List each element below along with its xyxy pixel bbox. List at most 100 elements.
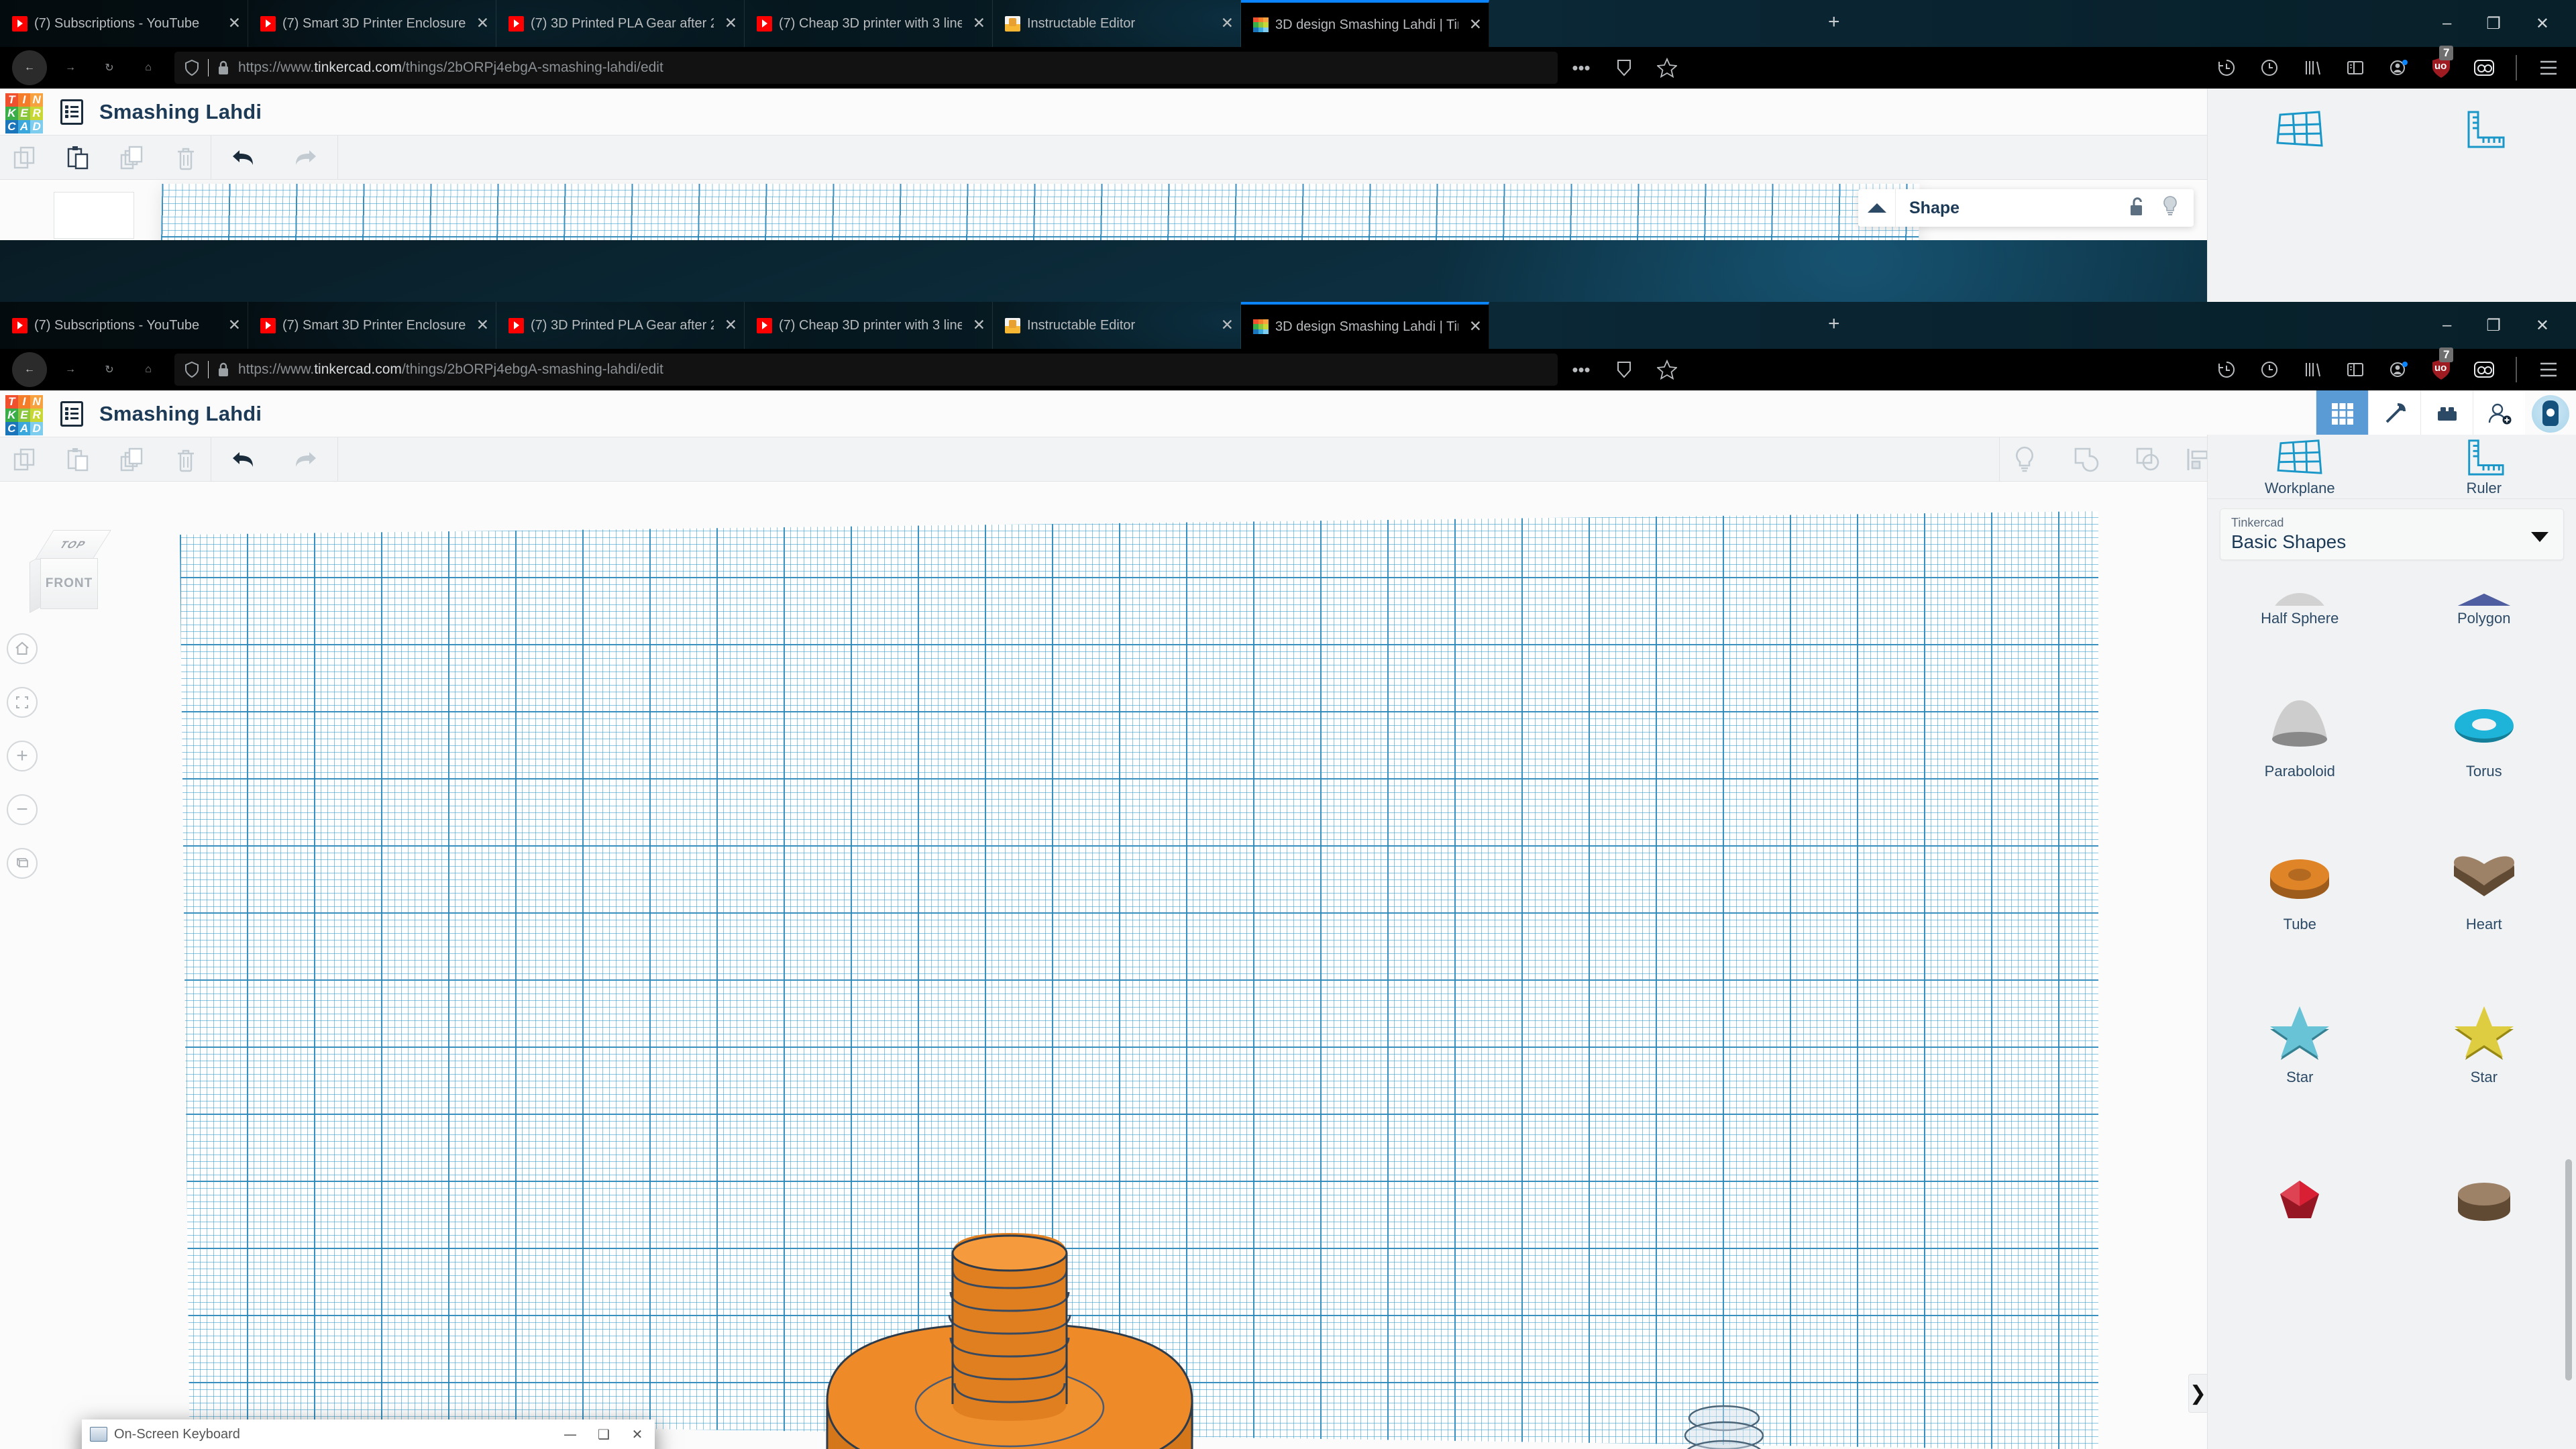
- sidebar-icon[interactable]: [2344, 56, 2367, 79]
- new-tab-button-2[interactable]: +: [1828, 314, 1840, 334]
- shape-library-select[interactable]: Tinkercad Basic Shapes: [2220, 508, 2564, 560]
- shape-item[interactable]: Heart: [2392, 780, 2576, 933]
- account-icon[interactable]: [2387, 56, 2410, 79]
- ungroup-icon[interactable]: [2133, 444, 2163, 475]
- redo-icon[interactable]: [289, 142, 320, 173]
- tab-close-icon[interactable]: ✕: [969, 16, 985, 32]
- browser-tab[interactable]: (7) Smart 3D Printer Enclosure -✕: [248, 302, 496, 349]
- osk-restore-button[interactable]: ❑: [590, 1426, 617, 1442]
- chevron-down-icon[interactable]: [2531, 532, 2548, 542]
- tinkercad-logo[interactable]: TINKERCAD: [5, 93, 43, 131]
- unlock-icon[interactable]: [2128, 196, 2161, 221]
- tab-close-icon[interactable]: ✕: [1465, 319, 1482, 335]
- forward-button-2[interactable]: →: [51, 350, 90, 389]
- ublock-shield-icon[interactable]: uo 7: [2430, 56, 2453, 79]
- fit-to-view-button[interactable]: [7, 687, 38, 718]
- containers-icon-2[interactable]: [2473, 358, 2496, 381]
- design-title[interactable]: Smashing Lahdi: [99, 100, 262, 124]
- lightbulb-icon-2[interactable]: [2009, 444, 2040, 475]
- minecraft-pickaxe-icon-2[interactable]: [2368, 390, 2420, 437]
- paste-icon[interactable]: [63, 142, 94, 173]
- browser-tab[interactable]: (7) 3D Printed PLA Gear after 2✕: [496, 302, 745, 349]
- browser-tab[interactable]: (7) Smart 3D Printer Enclosure -✕: [248, 0, 496, 47]
- view-cube-top-face[interactable]: TOP: [35, 530, 111, 559]
- clock-icon[interactable]: [2258, 56, 2281, 79]
- star-icon-2[interactable]: [1656, 358, 1678, 381]
- invite-person-icon-2[interactable]: [2473, 390, 2525, 437]
- home-button[interactable]: ⌂: [129, 48, 168, 87]
- osk-minimize-button[interactable]: —: [557, 1426, 584, 1442]
- new-tab-button[interactable]: +: [1828, 12, 1840, 32]
- shape-item[interactable]: Star: [2208, 933, 2392, 1086]
- app-menu-icon[interactable]: [2537, 56, 2560, 79]
- history-back-icon[interactable]: [2215, 56, 2238, 79]
- address-bar[interactable]: https://www.tinkercad.com/things/2bORPj4…: [174, 52, 1558, 84]
- browser-toolbar-icons[interactable]: ••• uo 7: [1570, 55, 2564, 80]
- view-cube[interactable]: TOP FRONT: [28, 526, 109, 613]
- sidebar-icon-2[interactable]: [2344, 358, 2367, 381]
- collapse-triangle-icon[interactable]: [1858, 189, 1896, 227]
- browser-tab[interactable]: (7) Subscriptions - YouTube✕: [0, 302, 248, 349]
- shape-item[interactable]: Paraboloid: [2208, 627, 2392, 780]
- window-controls[interactable]: – ❐ ✕: [2443, 0, 2549, 47]
- copy-icon-2[interactable]: [9, 444, 40, 475]
- shape-item[interactable]: Torus: [2392, 627, 2576, 780]
- page-actions-icon[interactable]: •••: [1570, 56, 1593, 79]
- tab-close-icon[interactable]: ✕: [1465, 17, 1482, 33]
- library-icon[interactable]: [2301, 56, 2324, 79]
- shape-item[interactable]: Star: [2392, 933, 2576, 1086]
- undo-icon-2[interactable]: [229, 444, 260, 475]
- panel-scrollbar[interactable]: [2565, 1159, 2572, 1381]
- library-icon-2[interactable]: [2301, 358, 2324, 381]
- reload-button[interactable]: ↻: [90, 48, 129, 87]
- onscreen-keyboard-window[interactable]: On-Screen Keyboard — ❑ ✕ Esc¬`!1"2£3$4%5…: [82, 1419, 655, 1449]
- browser-tab[interactable]: (7) Cheap 3D printer with 3 line✕: [745, 302, 993, 349]
- design-list-icon-2[interactable]: [60, 401, 83, 427]
- workplane-tool-window1[interactable]: [2208, 89, 2392, 169]
- shape-item[interactable]: Polygon: [2392, 570, 2576, 627]
- clock-icon-2[interactable]: [2258, 358, 2281, 381]
- browser-tab[interactable]: Instructable Editor✕: [993, 302, 1241, 349]
- browser-tab[interactable]: Instructable Editor✕: [993, 0, 1241, 47]
- browser-tab[interactable]: (7) Cheap 3D printer with 3 line✕: [745, 0, 993, 47]
- tab-close-icon[interactable]: ✕: [224, 16, 241, 32]
- back-button-2[interactable]: ←: [12, 352, 47, 387]
- home-view-button[interactable]: [7, 633, 38, 664]
- browser-tab[interactable]: 3D design Smashing Lahdi | Tin✕: [1241, 0, 1489, 47]
- ublock-shield-icon-2[interactable]: uo 7: [2430, 358, 2453, 381]
- collapse-panel-chevron[interactable]: ❯: [2188, 1374, 2207, 1413]
- window-controls-2[interactable]: – ❐ ✕: [2443, 302, 2549, 349]
- duplicate-icon-2[interactable]: [117, 444, 148, 475]
- reader-mode-icon[interactable]: [1613, 56, 1635, 79]
- star-icon[interactable]: [1656, 56, 1678, 79]
- design-title-2[interactable]: Smashing Lahdi: [99, 402, 262, 426]
- forward-button[interactable]: →: [51, 48, 90, 87]
- zoom-in-button[interactable]: +: [7, 741, 38, 771]
- workplane-tool[interactable]: Workplane: [2208, 435, 2392, 498]
- history-back-icon-2[interactable]: [2215, 358, 2238, 381]
- app-menu-icon-2[interactable]: [2537, 358, 2560, 381]
- back-button[interactable]: ←: [12, 50, 47, 85]
- ruler-tool-window1[interactable]: [2392, 89, 2576, 169]
- transparent-thread-hole[interactable]: [1677, 1401, 1771, 1449]
- shape-item[interactable]: Tube: [2208, 780, 2392, 933]
- undo-icon[interactable]: [229, 142, 260, 173]
- restore-button[interactable]: ❐: [2486, 14, 2501, 34]
- editor-canvas[interactable]: TOP FRONT + −: [0, 482, 2576, 1449]
- orthographic-toggle-button[interactable]: [7, 848, 38, 879]
- browser-tab[interactable]: (7) Subscriptions - YouTube✕: [0, 0, 248, 47]
- copy-icon[interactable]: [9, 142, 40, 173]
- page-actions-icon-2[interactable]: •••: [1570, 358, 1593, 381]
- tinkercad-logo-2[interactable]: TINKERCAD: [5, 395, 43, 433]
- browser-tab[interactable]: (7) 3D Printed PLA Gear after 2✕: [496, 0, 745, 47]
- group-icon[interactable]: [2071, 444, 2102, 475]
- ruler-tool[interactable]: Ruler: [2392, 435, 2576, 498]
- minimize-button[interactable]: –: [2443, 14, 2451, 33]
- reader-mode-icon-2[interactable]: [1613, 358, 1635, 381]
- home-button-2[interactable]: ⌂: [129, 350, 168, 389]
- close-button[interactable]: ✕: [2536, 14, 2549, 34]
- browser-toolbar-icons-2[interactable]: ••• uo 7: [1570, 357, 2564, 382]
- orange-thumbscrew-knob[interactable]: [815, 1206, 1204, 1449]
- zoom-out-button[interactable]: −: [7, 794, 38, 825]
- shape-item[interactable]: [2208, 1086, 2392, 1239]
